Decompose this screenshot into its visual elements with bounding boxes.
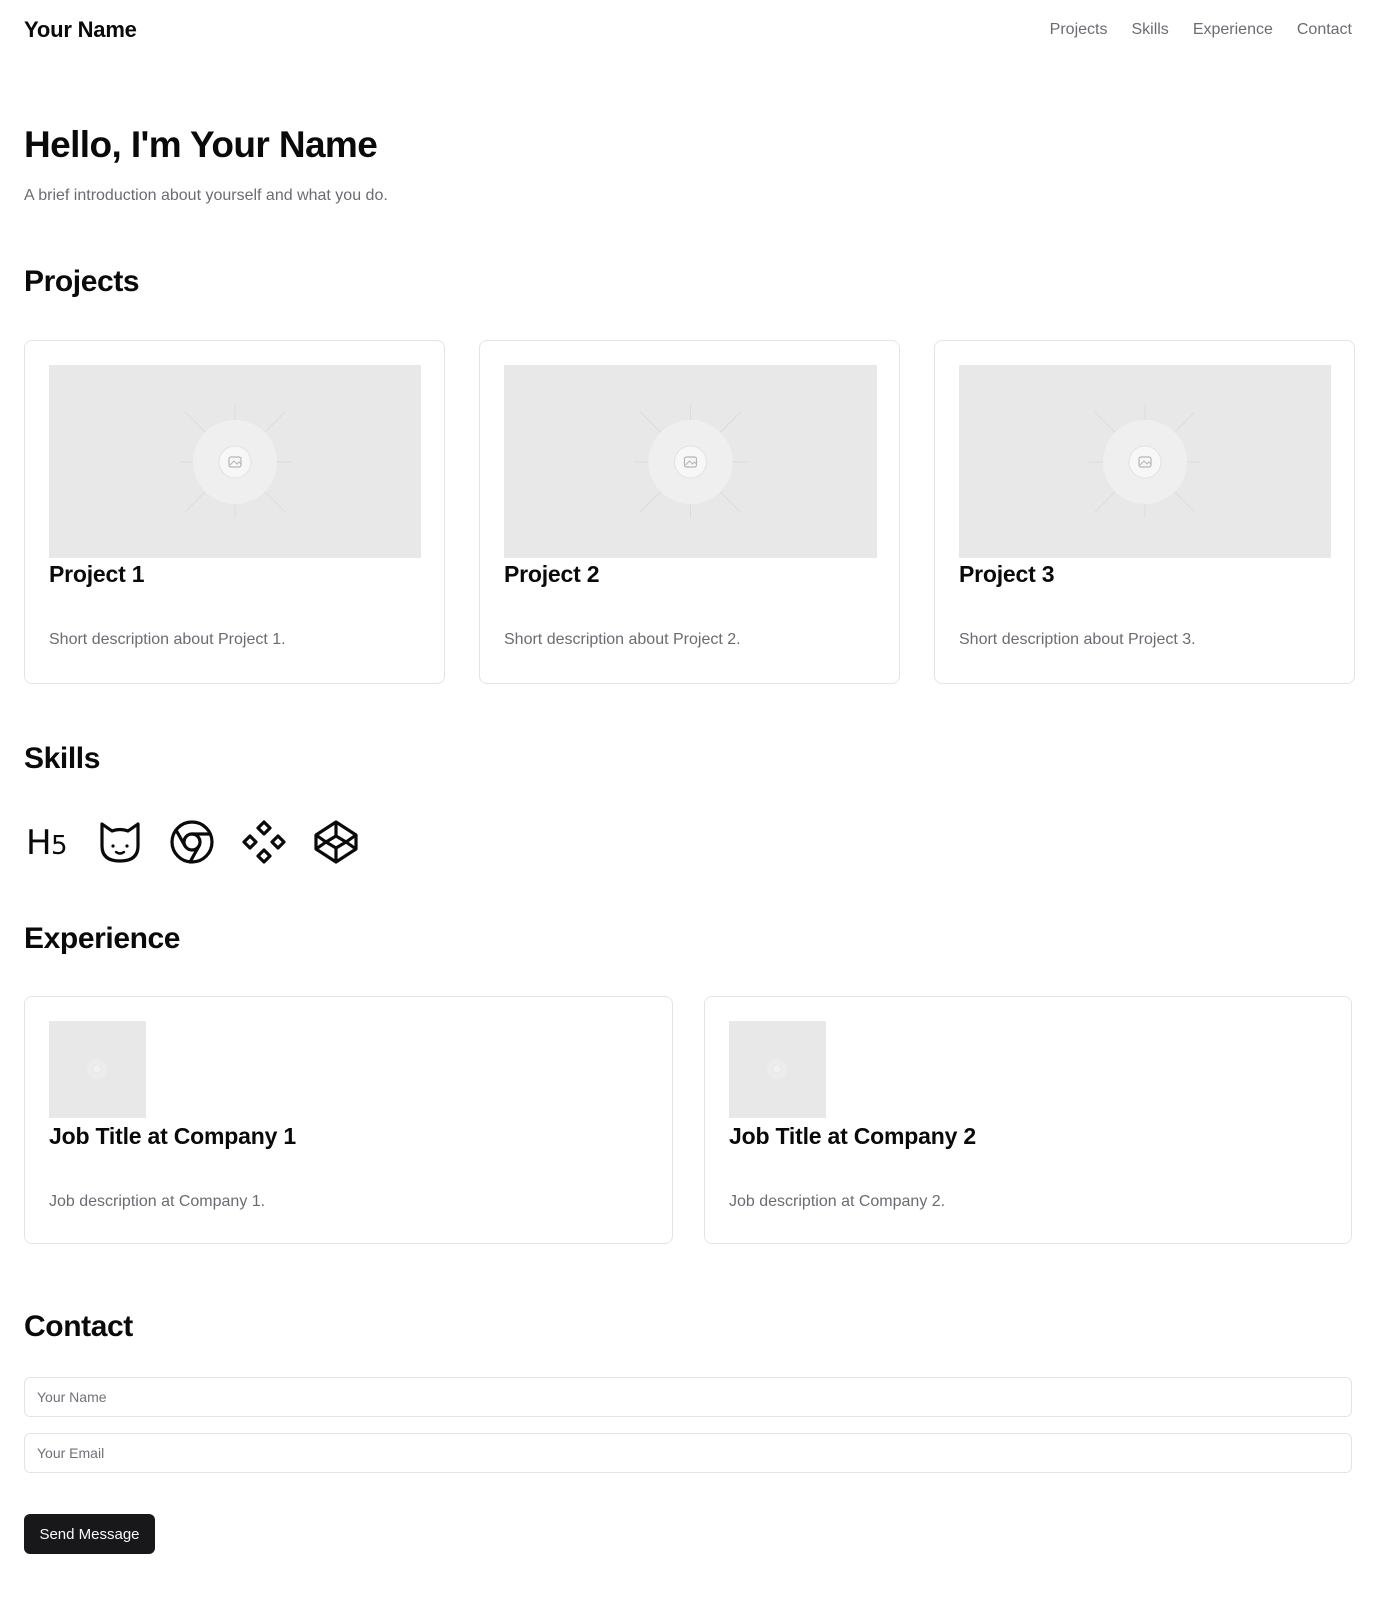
svg-text:H: H bbox=[26, 823, 52, 863]
project-description: Short description about Project 1. bbox=[49, 631, 286, 648]
nav-projects[interactable]: Projects bbox=[1050, 21, 1108, 39]
project-description: Short description about Project 2. bbox=[504, 631, 741, 648]
nav-experience[interactable]: Experience bbox=[1193, 21, 1273, 39]
diamonds-icon bbox=[240, 818, 288, 866]
experience-card-1[interactable]: Job Title at Company 1 Job description a… bbox=[24, 996, 673, 1244]
chrome-icon bbox=[168, 818, 216, 866]
nav-contact[interactable]: Contact bbox=[1297, 21, 1352, 39]
experience-title: Experience bbox=[24, 922, 181, 955]
company-1-logo bbox=[49, 1021, 146, 1118]
project-title: Project 3 bbox=[959, 561, 1055, 587]
main-nav: Projects Skills Experience Contact bbox=[1050, 21, 1352, 39]
html5-icon: H 5 bbox=[24, 818, 72, 866]
cat-icon bbox=[96, 818, 144, 866]
hero-title: Hello, I'm Your Name bbox=[24, 124, 378, 165]
project-title: Project 1 bbox=[49, 561, 145, 587]
brand-name[interactable]: Your Name bbox=[24, 17, 137, 43]
nav-skills[interactable]: Skills bbox=[1131, 21, 1168, 39]
project-card-3[interactable]: Project 3 Short description about Projec… bbox=[934, 340, 1355, 684]
experience-card-2[interactable]: Job Title at Company 2 Job description a… bbox=[704, 996, 1352, 1244]
name-input[interactable] bbox=[24, 1377, 1352, 1417]
email-input[interactable] bbox=[24, 1433, 1352, 1473]
project-card-2[interactable]: Project 2 Short description about Projec… bbox=[479, 340, 900, 684]
job-title: Job Title at Company 2 bbox=[729, 1123, 976, 1149]
image-placeholder-icon bbox=[87, 1059, 107, 1079]
job-description: Job description at Company 1. bbox=[49, 1193, 266, 1210]
svg-text:5: 5 bbox=[51, 831, 68, 861]
image-placeholder-icon bbox=[767, 1059, 787, 1079]
image-placeholder-icon bbox=[1089, 405, 1201, 518]
skills-list: H 5 bbox=[24, 818, 360, 866]
project-2-image bbox=[504, 365, 877, 558]
image-placeholder-icon bbox=[179, 405, 291, 518]
project-1-image bbox=[49, 365, 421, 558]
project-3-image bbox=[959, 365, 1331, 558]
hero-subtitle: A brief introduction about yourself and … bbox=[24, 187, 388, 204]
image-placeholder-icon bbox=[634, 405, 747, 518]
skills-title: Skills bbox=[24, 742, 100, 775]
contact-title: Contact bbox=[24, 1310, 133, 1343]
send-message-button[interactable]: Send Message bbox=[24, 1514, 155, 1554]
codepen-icon bbox=[312, 818, 360, 866]
site-header: Your Name Projects Skills Experience Con… bbox=[0, 0, 1376, 66]
projects-title: Projects bbox=[24, 265, 140, 298]
project-title: Project 2 bbox=[504, 561, 600, 587]
project-card-1[interactable]: Project 1 Short description about Projec… bbox=[24, 340, 445, 684]
company-2-logo bbox=[729, 1021, 826, 1118]
job-description: Job description at Company 2. bbox=[729, 1193, 946, 1210]
project-description: Short description about Project 3. bbox=[959, 631, 1196, 648]
job-title: Job Title at Company 1 bbox=[49, 1123, 296, 1149]
